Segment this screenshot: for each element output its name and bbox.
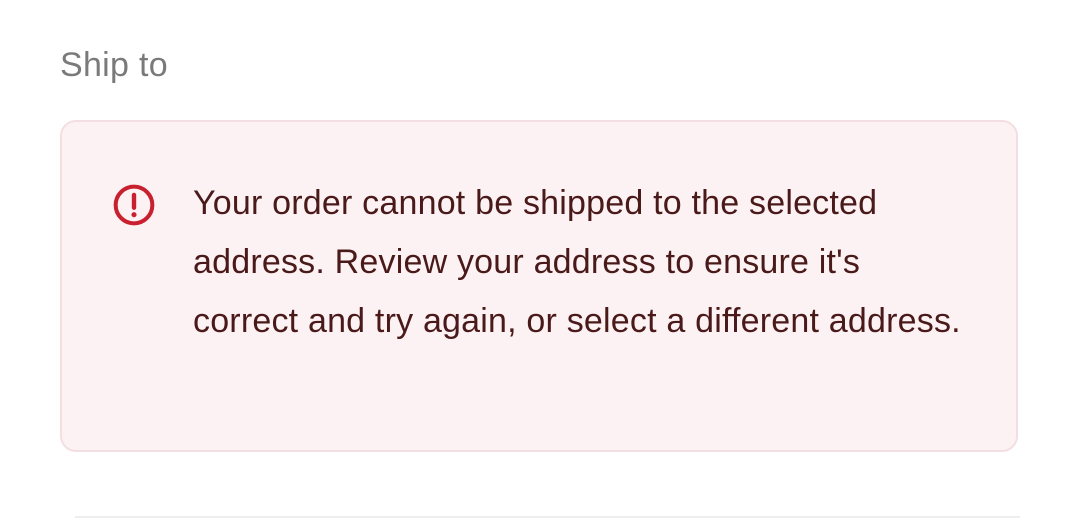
- alert-circle-icon: [113, 184, 155, 226]
- section-divider: [75, 516, 1020, 518]
- shipping-error-alert: Your order cannot be shipped to the sele…: [60, 120, 1018, 452]
- ship-to-heading: Ship to: [60, 46, 168, 84]
- shipping-error-message: Your order cannot be shipped to the sele…: [193, 184, 961, 340]
